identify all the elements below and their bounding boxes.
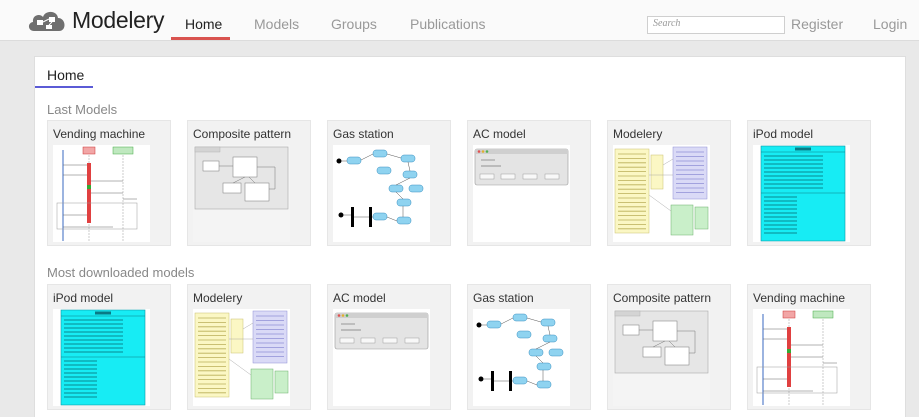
model-card[interactable]: AC model	[327, 284, 451, 410]
login-link[interactable]: Login	[873, 16, 907, 32]
model-thumbnail[interactable]	[473, 309, 570, 406]
model-title: Modelery	[613, 127, 663, 141]
model-title: Modelery	[193, 291, 243, 305]
model-title: Composite pattern	[613, 291, 712, 305]
model-card[interactable]: Modelery	[607, 120, 731, 246]
model-thumbnail[interactable]	[193, 145, 290, 242]
logo[interactable]: Modelery	[26, 3, 165, 37]
model-title: Vending machine	[53, 127, 146, 141]
model-title: AC model	[333, 291, 386, 305]
top-navbar: Modelery Home Models Groups Publications…	[0, 0, 919, 41]
model-thumbnail[interactable]	[193, 309, 290, 406]
model-title: iPod model	[753, 127, 814, 141]
model-thumbnail[interactable]	[333, 145, 430, 242]
model-card[interactable]: Composite pattern	[607, 284, 731, 410]
page-tab-home[interactable]: Home	[47, 67, 84, 83]
model-thumbnail[interactable]	[753, 309, 850, 406]
model-card[interactable]: Gas station	[467, 284, 591, 410]
register-link[interactable]: Register	[791, 16, 843, 32]
model-card[interactable]: iPod model	[747, 120, 871, 246]
nav-tab-groups[interactable]: Groups	[331, 16, 377, 32]
nav-tab-home[interactable]: Home	[185, 16, 222, 32]
model-thumbnail[interactable]	[53, 309, 150, 406]
model-card[interactable]: Gas station	[327, 120, 451, 246]
model-thumbnail[interactable]	[613, 145, 710, 242]
cloud-logo-icon	[28, 11, 65, 31]
model-card[interactable]: Vending machine	[47, 120, 171, 246]
model-thumbnail[interactable]	[333, 309, 430, 406]
search-input[interactable]: Search	[647, 16, 785, 34]
nav-tab-publications[interactable]: Publications	[410, 16, 486, 32]
model-thumbnail[interactable]	[753, 145, 850, 242]
model-title: Vending machine	[753, 291, 846, 305]
model-card[interactable]: Vending machine	[747, 284, 871, 410]
nav-tab-models[interactable]: Models	[254, 16, 299, 32]
logo-text: Modelery	[72, 6, 165, 33]
main-panel: Home Last Models Vending machine Composi…	[34, 56, 906, 417]
model-title: iPod model	[53, 291, 114, 305]
model-title: Gas station	[333, 127, 394, 141]
page-tab-indicator	[35, 86, 93, 88]
model-thumbnail[interactable]	[613, 309, 710, 406]
model-title: Gas station	[473, 291, 534, 305]
model-card[interactable]: iPod model	[47, 284, 171, 410]
model-thumbnail[interactable]	[473, 145, 570, 242]
model-card[interactable]: Composite pattern	[187, 120, 311, 246]
model-card[interactable]: Modelery	[187, 284, 311, 410]
active-tab-indicator	[171, 37, 230, 40]
section-title-last-models: Last Models	[47, 102, 118, 117]
model-title: AC model	[473, 127, 526, 141]
model-title: Composite pattern	[193, 127, 292, 141]
model-card[interactable]: AC model	[467, 120, 591, 246]
model-thumbnail[interactable]	[53, 145, 150, 242]
section-title-most-downloaded: Most downloaded models	[47, 265, 195, 280]
